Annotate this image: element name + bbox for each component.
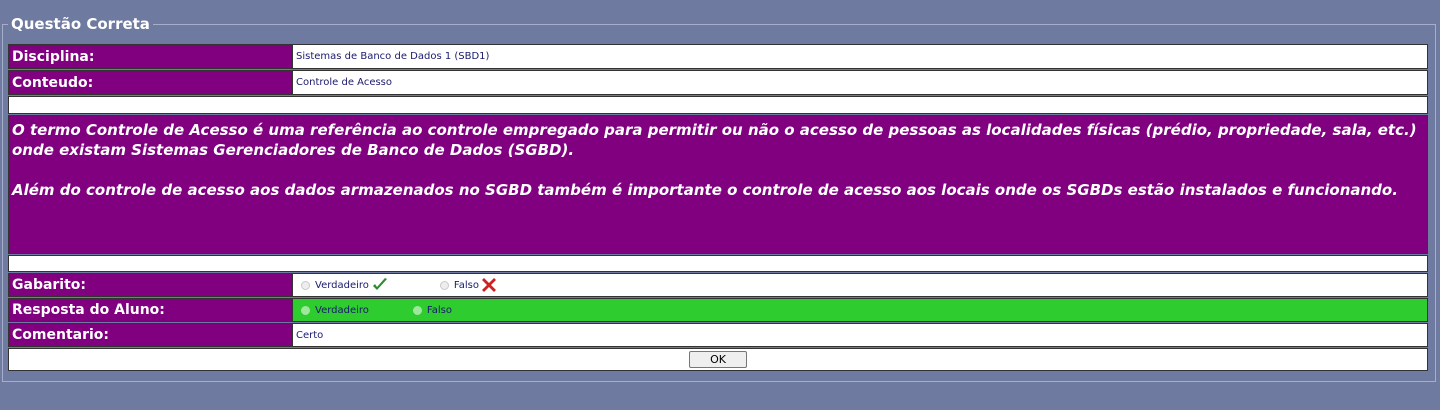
- resposta-radio-verdadeiro: [301, 305, 310, 315]
- gabarito-radio-falso: [439, 280, 449, 290]
- ok-button[interactable]: OK: [689, 351, 747, 368]
- resposta-option-falso: Falso: [412, 304, 452, 316]
- spacer-row-top: [8, 96, 1428, 114]
- resposta-option-verdadeiro: Verdadeiro: [301, 305, 369, 316]
- question-paragraph-2: Além do controle de acesso aos dados arm…: [12, 181, 1398, 199]
- resposta-radio-falso: [412, 305, 422, 315]
- comentario-label: Comentario:: [8, 323, 292, 347]
- resposta-option-falso-label: Falso: [426, 304, 452, 316]
- conteudo-label: Conteudo:: [8, 70, 292, 95]
- ok-row: OK: [8, 348, 1428, 371]
- spacer-row-bottom: [8, 255, 1428, 272]
- question-text: O termo Controle de Acesso é uma referên…: [8, 115, 1428, 254]
- gabarito-option-falso: Falso: [439, 278, 496, 292]
- gabarito-option-falso-label: Falso: [453, 279, 479, 291]
- resposta-option-verdadeiro-label: Verdadeiro: [315, 304, 369, 316]
- gabarito-option-verdadeiro-label: Verdadeiro: [315, 279, 369, 291]
- conteudo-value: Controle de Acesso: [292, 70, 1428, 95]
- gabarito-option-verdadeiro: Verdadeiro: [301, 278, 388, 292]
- disciplina-label: Disciplina:: [8, 44, 292, 69]
- question-paragraph-1: O termo Controle de Acesso é uma referên…: [12, 121, 1417, 159]
- resposta-label: Resposta do Aluno:: [8, 298, 292, 322]
- gabarito-radio-verdadeiro: [301, 280, 310, 290]
- disciplina-value: Sistemas de Banco de Dados 1 (SBD1): [292, 44, 1428, 69]
- resposta-options: Verdadeiro Falso: [292, 298, 1428, 322]
- fieldset-legend: Questão Correta: [8, 14, 153, 34]
- check-icon: [372, 278, 387, 290]
- gabarito-options: Verdadeiro Falso: [292, 273, 1428, 297]
- cross-icon: [482, 278, 496, 292]
- comentario-value: Certo: [292, 323, 1428, 347]
- gabarito-label: Gabarito:: [8, 273, 292, 297]
